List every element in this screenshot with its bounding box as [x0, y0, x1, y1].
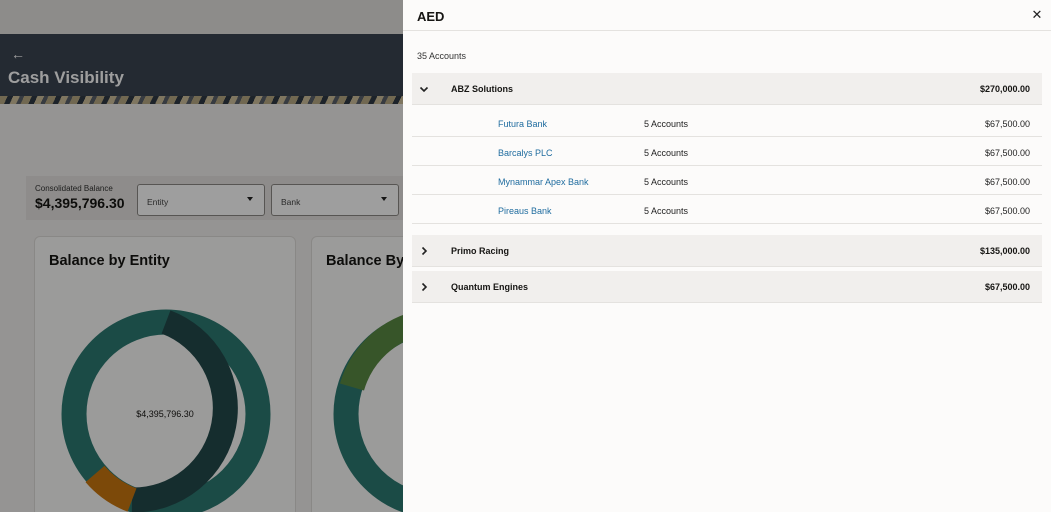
- bank-account-count: 5 Accounts: [644, 177, 689, 187]
- bank-link-pireaus[interactable]: Pireaus Bank: [498, 206, 552, 216]
- group-row-primo-racing[interactable]: Primo Racing $135,000.00: [412, 235, 1042, 267]
- bank-row: Futura Bank 5 Accounts $67,500.00: [412, 108, 1042, 137]
- group-name: Primo Racing: [451, 246, 510, 256]
- close-icon[interactable]: ✕: [1029, 7, 1045, 23]
- bank-link-barcalys[interactable]: Barcalys PLC: [498, 148, 553, 158]
- chevron-down-icon[interactable]: [418, 83, 430, 95]
- bank-account-count: 5 Accounts: [644, 206, 689, 216]
- chevron-right-icon[interactable]: [418, 281, 430, 293]
- bank-row: Barcalys PLC 5 Accounts $67,500.00: [412, 137, 1042, 166]
- drawer-title: AED: [417, 9, 445, 24]
- bank-account-count: 5 Accounts: [644, 119, 689, 129]
- bank-amount: $67,500.00: [984, 177, 1030, 187]
- modal-backdrop[interactable]: [0, 0, 403, 512]
- group-name: Quantum Engines: [451, 282, 529, 292]
- drawer-header: AED ✕: [403, 0, 1051, 31]
- group-amount: $67,500.00: [984, 282, 1030, 292]
- bank-amount: $67,500.00: [984, 148, 1030, 158]
- currency-accounts-drawer: AED ✕ 35 Accounts ABZ Solutions $270,000…: [403, 0, 1051, 512]
- group-row-abz-solutions[interactable]: ABZ Solutions $270,000.00: [412, 73, 1042, 105]
- bank-link-mynammar-apex[interactable]: Mynammar Apex Bank: [498, 177, 589, 187]
- group-name: ABZ Solutions: [451, 84, 513, 94]
- bank-amount: $67,500.00: [984, 206, 1030, 216]
- group-row-quantum-engines[interactable]: Quantum Engines $67,500.00: [412, 271, 1042, 303]
- group-amount: $270,000.00: [979, 84, 1030, 94]
- bank-row: Mynammar Apex Bank 5 Accounts $67,500.00: [412, 166, 1042, 195]
- chevron-right-icon[interactable]: [418, 245, 430, 257]
- bank-account-count: 5 Accounts: [644, 148, 689, 158]
- bank-row: Pireaus Bank 5 Accounts $67,500.00: [412, 195, 1042, 224]
- account-count: 35 Accounts: [417, 51, 467, 61]
- bank-amount: $67,500.00: [984, 119, 1030, 129]
- bank-link-futura[interactable]: Futura Bank: [498, 119, 547, 129]
- group-amount: $135,000.00: [979, 246, 1030, 256]
